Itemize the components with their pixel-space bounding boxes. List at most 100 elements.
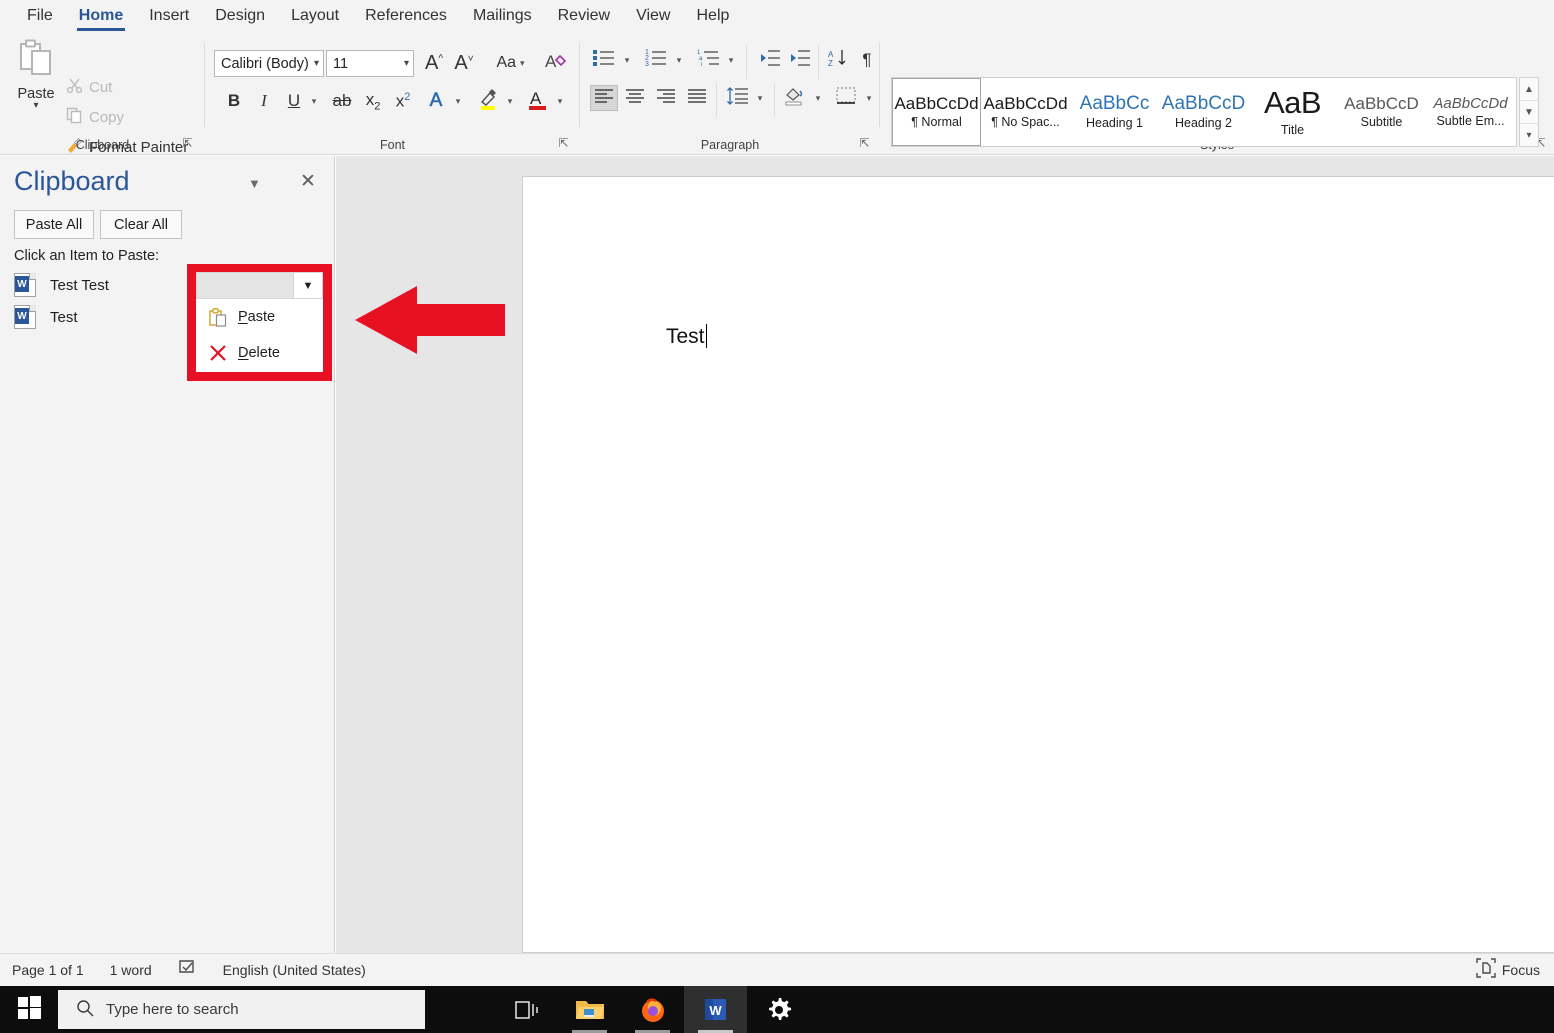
tab-review[interactable]: Review <box>545 5 623 33</box>
align-right-button[interactable] <box>652 85 680 111</box>
clipboard-item-1[interactable]: W Test <box>14 305 78 329</box>
clear-all-button[interactable]: Clear All <box>100 210 182 239</box>
show-formatting-marks-button[interactable]: ¶ <box>855 47 879 73</box>
page-number-status[interactable]: Page 1 of 1 <box>12 962 84 978</box>
language-status[interactable]: English (United States) <box>223 962 366 978</box>
styles-scroll-up-icon[interactable]: ▲ <box>1520 78 1538 100</box>
style-subtitle[interactable]: AaBbCcD Subtitle <box>1337 78 1426 146</box>
bullets-dropdown[interactable]: ▾ <box>618 49 636 71</box>
tab-layout[interactable]: Layout <box>278 5 352 33</box>
bullets-button[interactable] <box>590 47 618 73</box>
style-heading-1[interactable]: AaBbCc Heading 1 <box>1070 78 1159 146</box>
tab-references[interactable]: References <box>352 5 460 33</box>
chevron-down-icon[interactable]: ▼ <box>293 272 323 299</box>
style-name: Subtle Em... <box>1436 114 1504 128</box>
style-subtle-emphasis[interactable]: AaBbCcDd Subtle Em... <box>1426 78 1515 146</box>
line-spacing-dropdown[interactable]: ▾ <box>751 87 769 109</box>
underline-button[interactable]: U <box>281 88 307 114</box>
chevron-down-icon: ▾ <box>677 55 682 66</box>
font-color-dropdown[interactable]: ▾ <box>551 90 569 112</box>
style-no-spacing[interactable]: AaBbCcDd ¶ No Spac... <box>981 78 1070 146</box>
style-heading-2[interactable]: AaBbCcD Heading 2 <box>1159 78 1248 146</box>
file-explorer-icon[interactable] <box>558 986 621 1033</box>
numbering-dropdown[interactable]: ▾ <box>670 49 688 71</box>
decrease-indent-button[interactable] <box>755 47 783 73</box>
tab-file[interactable]: File <box>14 5 66 33</box>
clipboard-item-0[interactable]: W Test Test <box>14 273 109 297</box>
context-menu-item-delete[interactable]: Delete <box>196 335 323 371</box>
word-window: File Home Insert Design Layout Reference… <box>0 0 1554 1033</box>
bold-button[interactable]: B <box>221 88 247 114</box>
focus-mode-button[interactable]: Focus <box>1476 958 1540 983</box>
font-name-combo[interactable]: Calibri (Body) ▾ <box>214 50 324 77</box>
text-effects-button[interactable]: A <box>423 88 449 114</box>
context-menu-item-paste[interactable]: Paste <box>196 299 323 335</box>
settings-icon[interactable] <box>747 986 810 1033</box>
sort-az-icon: A Z <box>828 49 850 72</box>
paste-all-button[interactable]: Paste All <box>14 210 94 239</box>
tab-home[interactable]: Home <box>66 5 136 33</box>
font-size-combo[interactable]: 11 ▾ <box>326 50 414 77</box>
font-color-button[interactable]: A <box>525 88 551 114</box>
copy-button[interactable]: Copy <box>66 107 124 128</box>
justify-button[interactable] <box>683 85 711 111</box>
pane-options-chevron-icon[interactable]: ▼ <box>248 176 261 191</box>
word-icon[interactable]: W <box>684 986 747 1033</box>
style-title[interactable]: AaB Title <box>1248 78 1337 146</box>
clipboard-paste-icon <box>208 307 228 327</box>
context-menu-label: Delete <box>238 345 280 361</box>
align-center-button[interactable] <box>621 85 649 111</box>
underline-dropdown[interactable]: ▾ <box>305 90 323 112</box>
text-effects-dropdown[interactable]: ▾ <box>449 90 467 112</box>
borders-dropdown[interactable]: ▾ <box>860 87 878 109</box>
tab-design[interactable]: Design <box>202 5 278 33</box>
line-spacing-button[interactable] <box>723 85 751 111</box>
strikethrough-button[interactable]: ab <box>328 88 356 114</box>
change-case-button[interactable]: Aa ▾ <box>488 51 533 75</box>
subscript-button[interactable]: x2 <box>360 88 386 114</box>
tab-insert[interactable]: Insert <box>136 5 202 33</box>
tab-mailings[interactable]: Mailings <box>460 5 545 33</box>
chevron-down-icon[interactable]: ▾ <box>33 102 38 110</box>
multilevel-list-dropdown[interactable]: ▾ <box>722 49 740 71</box>
highlight-color-button[interactable] <box>475 88 501 114</box>
task-view-icon[interactable] <box>495 986 558 1033</box>
word-count-status[interactable]: 1 word <box>110 962 152 978</box>
chevron-down-icon: ▾ <box>400 58 409 69</box>
svg-text:3: 3 <box>645 61 649 67</box>
tab-help[interactable]: Help <box>683 5 742 33</box>
increase-indent-button[interactable] <box>785 47 813 73</box>
paste-button[interactable]: Paste ▾ <box>12 39 60 137</box>
numbering-button[interactable]: 123 <box>642 47 670 73</box>
proofing-errors-icon[interactable] <box>178 959 197 981</box>
borders-button[interactable] <box>832 85 860 111</box>
styles-scroll-down-icon[interactable]: ▼ <box>1520 100 1538 123</box>
shading-dropdown[interactable]: ▾ <box>809 87 827 109</box>
grow-font-button[interactable]: A^ <box>420 49 448 77</box>
paragraph-dialog-launcher[interactable]: ⇱ <box>857 136 872 151</box>
clear-formatting-button[interactable]: A <box>543 51 571 75</box>
align-left-button[interactable] <box>590 85 618 111</box>
italic-button[interactable]: I <box>251 88 277 114</box>
document-page[interactable]: Test <box>522 176 1554 953</box>
font-dialog-launcher[interactable]: ⇱ <box>556 136 571 151</box>
sort-button[interactable]: A Z <box>825 47 853 73</box>
shading-button[interactable] <box>781 85 809 111</box>
close-icon[interactable]: ✕ <box>300 170 316 193</box>
copy-icon <box>66 107 83 128</box>
start-button[interactable] <box>0 986 58 1033</box>
multilevel-list-button[interactable]: 1ai <box>694 47 722 73</box>
style-normal[interactable]: AaBbCcDd ¶ Normal <box>892 78 981 146</box>
tab-view[interactable]: View <box>623 5 683 33</box>
clipboard-item-dropdown[interactable]: ▼ <box>196 272 323 299</box>
cut-button[interactable]: Cut <box>66 77 112 98</box>
styles-more-icon[interactable]: ▾ <box>1520 123 1538 146</box>
shrink-font-button[interactable]: A˅ <box>450 49 478 77</box>
chevron-down-icon: ▾ <box>625 55 630 66</box>
firefox-icon[interactable] <box>621 986 684 1033</box>
superscript-button[interactable]: x2 <box>390 88 416 114</box>
clipboard-dialog-launcher[interactable]: ⇱ <box>180 136 195 151</box>
highlight-dropdown[interactable]: ▾ <box>501 90 519 112</box>
windows-logo-icon <box>18 996 41 1024</box>
taskbar-search-input[interactable]: Type here to search <box>58 990 425 1029</box>
